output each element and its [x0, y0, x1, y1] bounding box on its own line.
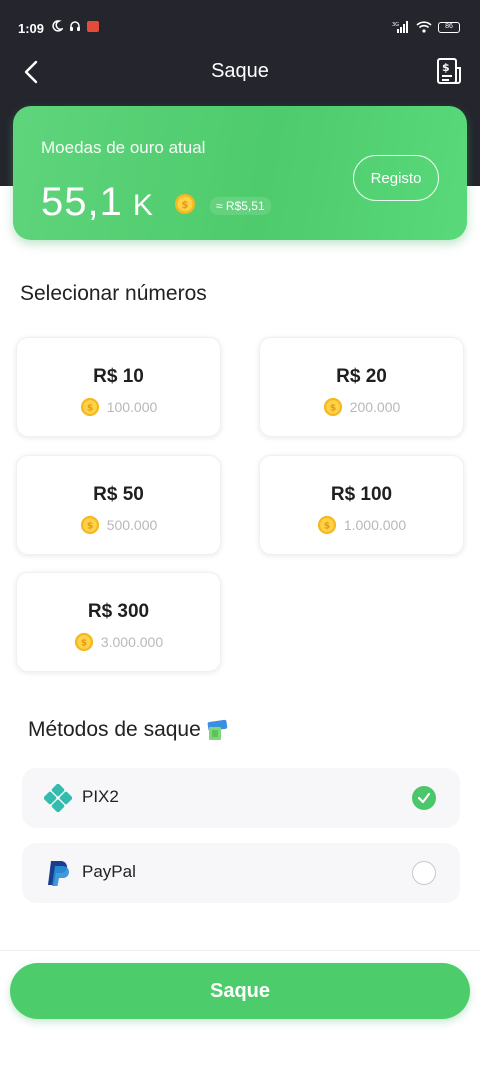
amount-coins: $ 3.000.000 — [17, 632, 220, 652]
coin-icon: $ — [323, 397, 342, 417]
coin-icon: $ — [80, 397, 99, 417]
method-paypal[interactable]: PayPal — [22, 843, 460, 903]
svg-text:$: $ — [442, 61, 450, 74]
balance-approx: ≈ R$5,51 — [210, 197, 271, 215]
status-time: 1:09 — [18, 21, 45, 36]
amount-coins: $ 500.000 — [17, 515, 220, 535]
amount-coins-value: 1.000.000 — [343, 517, 407, 533]
balance-card: Moedas de ouro atual 55,1 K $ ≈ R$5,51 Re… — [13, 106, 467, 240]
coin-icon: $ — [317, 515, 336, 535]
status-icons-left — [52, 20, 99, 32]
svg-text:$: $ — [330, 404, 336, 414]
nav-bar: Saque $ — [0, 52, 480, 92]
coin-icon: $ — [74, 632, 93, 652]
methods-title-text: Métodos de saque — [28, 718, 201, 741]
svg-text:$: $ — [81, 639, 87, 649]
status-bar: 1:09 3G 86 — [0, 0, 480, 56]
headphones-icon — [70, 21, 80, 31]
battery-icon: 86 — [438, 21, 460, 33]
amount-option[interactable]: R$ 10 $ 100.000 — [16, 337, 221, 437]
svg-text:$: $ — [87, 522, 93, 532]
svg-text:$: $ — [87, 404, 93, 414]
method-label: PayPal — [82, 862, 136, 881]
withdraw-button[interactable]: Saque — [10, 963, 470, 1019]
pix-icon — [44, 784, 72, 812]
amount-coins-value: 200.000 — [349, 399, 401, 415]
svg-text:3G: 3G — [392, 22, 399, 28]
amount-coins-value: 3.000.000 — [100, 634, 164, 650]
amount-option[interactable]: R$ 300 $ 3.000.000 — [16, 572, 221, 672]
balance-unit: K — [132, 189, 154, 222]
page-title: Saque — [211, 60, 269, 82]
amount-value: R$ 20 — [336, 366, 387, 387]
recording-icon — [87, 20, 99, 32]
amount-value: R$ 10 — [93, 366, 144, 387]
svg-text:$: $ — [182, 200, 189, 211]
amount-option[interactable]: R$ 100 $ 1.000.000 — [259, 455, 464, 555]
amount-value: R$ 50 — [93, 484, 144, 505]
paypal-icon — [48, 861, 69, 886]
cash-icon — [207, 719, 227, 740]
amount-option[interactable]: R$ 20 $ 200.000 — [259, 337, 464, 437]
amount-coins-value: 100.000 — [106, 399, 158, 415]
amount-option[interactable]: R$ 50 $ 500.000 — [16, 455, 221, 555]
statement-button[interactable]: $ — [434, 56, 464, 86]
balance-value: 55,1 — [41, 180, 123, 224]
balance-label: Moedas de ouro atual — [41, 138, 206, 157]
status-icons-right: 3G 86 — [392, 21, 460, 33]
method-pix2[interactable]: PIX2 — [22, 768, 460, 828]
wifi-icon — [416, 21, 432, 33]
coin-icon: $ — [175, 194, 195, 214]
check-icon — [417, 792, 431, 804]
balance-amount: 55,1 K — [41, 180, 154, 225]
method-label: PIX2 — [82, 787, 119, 806]
signal-icon: 3G — [392, 21, 408, 33]
amount-value: R$ 100 — [330, 484, 393, 505]
coin-icon: $ — [80, 515, 99, 535]
amounts-title: Selecionar números — [20, 282, 207, 305]
svg-text:$: $ — [324, 522, 330, 532]
moon-icon — [52, 20, 63, 32]
methods-title: Métodos de saque — [28, 718, 229, 742]
amount-coins: $ 200.000 — [260, 397, 463, 417]
divider — [0, 950, 480, 951]
amount-value: R$ 300 — [87, 601, 150, 622]
amount-coins: $ 1.000.000 — [260, 515, 463, 535]
amount-coins-value: 500.000 — [106, 517, 158, 533]
radio-selected[interactable] — [412, 786, 436, 810]
record-button[interactable]: Registo — [353, 155, 439, 201]
money-document-icon: $ — [437, 58, 461, 84]
radio-unselected[interactable] — [412, 861, 436, 885]
amount-coins: $ 100.000 — [17, 397, 220, 417]
